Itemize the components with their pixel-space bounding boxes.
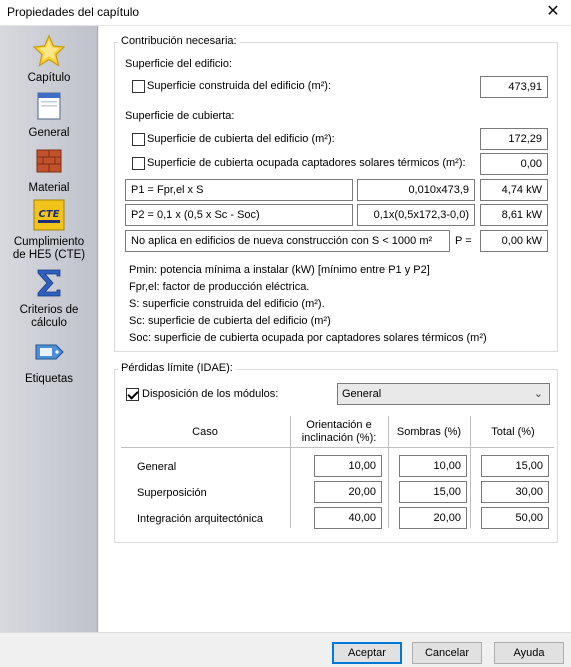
construida-value[interactable]: 473,91 bbox=[480, 76, 548, 98]
legend-line: S: superficie construida del edificio (m… bbox=[129, 298, 325, 310]
help-button[interactable]: Ayuda bbox=[494, 642, 564, 664]
sigma-icon bbox=[37, 269, 61, 297]
row-orientacion[interactable]: 10,00 bbox=[314, 455, 382, 477]
sidebar-item-label-line1: Criterios de bbox=[19, 304, 79, 316]
row-total[interactable]: 30,00 bbox=[481, 481, 549, 503]
legend-line: Soc: superficie de cubierta ocupada por … bbox=[129, 332, 487, 344]
close-icon[interactable]: ✕ bbox=[543, 2, 563, 22]
p1-result: 4,74 kW bbox=[480, 179, 548, 201]
sidebar-item-criterios[interactable]: Criterios de cálculo bbox=[0, 266, 98, 330]
svg-text:CTE: CTE bbox=[39, 209, 60, 220]
legend-line: Pmin: potencia mínima a instalar (kW) [m… bbox=[129, 264, 430, 276]
construida-label: Superficie construida del edificio (m²): bbox=[147, 80, 332, 92]
p2-result: 8,61 kW bbox=[480, 204, 548, 226]
window-icon bbox=[37, 92, 61, 120]
header-orientacion: Orientación e inclinación (%): bbox=[301, 419, 377, 444]
contribucion-group-title: Contribución necesaria: bbox=[118, 35, 240, 47]
sidebar-item-label: General bbox=[28, 127, 70, 139]
brick-icon bbox=[36, 149, 62, 173]
sidebar-item-label-line2: cálculo bbox=[31, 317, 67, 329]
sidebar: Capítulo General Material CTE Cumplimien… bbox=[0, 26, 98, 632]
p-final-value: 0,00 kW bbox=[480, 230, 548, 252]
p1-calc: 0,010x473,9 bbox=[357, 179, 475, 201]
p-final-note: No aplica en edificios de nueva construc… bbox=[125, 230, 450, 252]
sidebar-item-general[interactable]: General bbox=[0, 89, 98, 140]
row-caso: Integración arquitectónica bbox=[137, 513, 263, 525]
row-sombras[interactable]: 15,00 bbox=[399, 481, 467, 503]
cubierta-value[interactable]: 172,29 bbox=[480, 128, 548, 150]
row-caso: General bbox=[137, 461, 177, 473]
header-sombras: Sombras (%) bbox=[396, 426, 462, 438]
superficie-edificio-heading: Superficie del edificio: bbox=[125, 58, 233, 70]
p2-calc: 0,1x(0,5x172,3-0,0) bbox=[357, 204, 475, 226]
cubierta-label: Superficie de cubierta del edificio (m²)… bbox=[147, 133, 335, 145]
ocupada-value[interactable]: 0,00 bbox=[480, 153, 548, 175]
tag-icon bbox=[35, 344, 64, 360]
row-total[interactable]: 15,00 bbox=[481, 455, 549, 477]
star-icon bbox=[32, 34, 66, 67]
row-total[interactable]: 50,00 bbox=[481, 507, 549, 529]
superficie-cubierta-heading: Superficie de cubierta: bbox=[125, 110, 235, 122]
ocupada-label: Superficie de cubierta ocupada captadore… bbox=[147, 157, 466, 169]
legend-line: Fpr,el: factor de producción eléctrica. bbox=[129, 281, 310, 293]
row-sombras[interactable]: 20,00 bbox=[399, 507, 467, 529]
chevron-down-icon: ⌄ bbox=[533, 388, 543, 400]
table-column-divider bbox=[290, 416, 291, 528]
cte-icon: CTE bbox=[33, 199, 65, 231]
row-orientacion[interactable]: 20,00 bbox=[314, 481, 382, 503]
header-caso: Caso bbox=[192, 426, 218, 438]
sidebar-item-label-line2: de HE5 (CTE) bbox=[12, 249, 86, 261]
sidebar-item-label: Capítulo bbox=[27, 72, 71, 84]
row-caso: Superposición bbox=[137, 487, 207, 499]
sidebar-item-label: Material bbox=[28, 182, 70, 194]
legend-line: Sc: superficie de cubierta del edificio … bbox=[129, 315, 331, 327]
disposicion-selected: General bbox=[342, 388, 382, 400]
table-column-divider bbox=[470, 416, 471, 528]
row-sombras[interactable]: 10,00 bbox=[399, 455, 467, 477]
sidebar-item-label-line1: Cumplimiento bbox=[13, 236, 85, 248]
disposicion-select[interactable]: General ⌄ bbox=[337, 383, 550, 405]
p1-formula: P1 = Fpr,el x S bbox=[125, 179, 353, 201]
title-bar: Propiedades del capítulo ✕ bbox=[0, 0, 571, 26]
sidebar-item-material[interactable]: Material bbox=[0, 144, 98, 195]
footer: Aceptar Cancelar Ayuda bbox=[0, 632, 571, 667]
table-header-divider bbox=[121, 447, 554, 448]
perdidas-group-title: Pérdidas límite (IDAE): bbox=[118, 362, 236, 374]
disposicion-label: Disposición de los módulos: bbox=[142, 388, 279, 400]
content-panel: Contribución necesaria: Superficie del e… bbox=[99, 26, 571, 632]
construida-checkbox[interactable] bbox=[132, 80, 145, 93]
disposicion-checkbox[interactable] bbox=[126, 388, 139, 401]
sidebar-item-cte[interactable]: CTE Cumplimiento de HE5 (CTE) bbox=[0, 198, 98, 262]
table-column-divider bbox=[388, 416, 389, 528]
p-final-label: P = bbox=[455, 235, 472, 247]
accept-button[interactable]: Aceptar bbox=[332, 642, 402, 664]
header-total: Total (%) bbox=[491, 426, 535, 438]
window-title: Propiedades del capítulo bbox=[7, 5, 140, 19]
sidebar-item-label: Etiquetas bbox=[25, 373, 73, 385]
sidebar-item-capitulo[interactable]: Capítulo bbox=[0, 34, 98, 85]
p2-formula: P2 = 0,1 x (0,5 x Sc - Soc) bbox=[125, 204, 353, 226]
cancel-button[interactable]: Cancelar bbox=[412, 642, 482, 664]
row-orientacion[interactable]: 40,00 bbox=[314, 507, 382, 529]
cubierta-checkbox[interactable] bbox=[132, 133, 145, 146]
ocupada-checkbox[interactable] bbox=[132, 157, 145, 170]
sidebar-item-etiquetas[interactable]: Etiquetas bbox=[0, 335, 98, 386]
